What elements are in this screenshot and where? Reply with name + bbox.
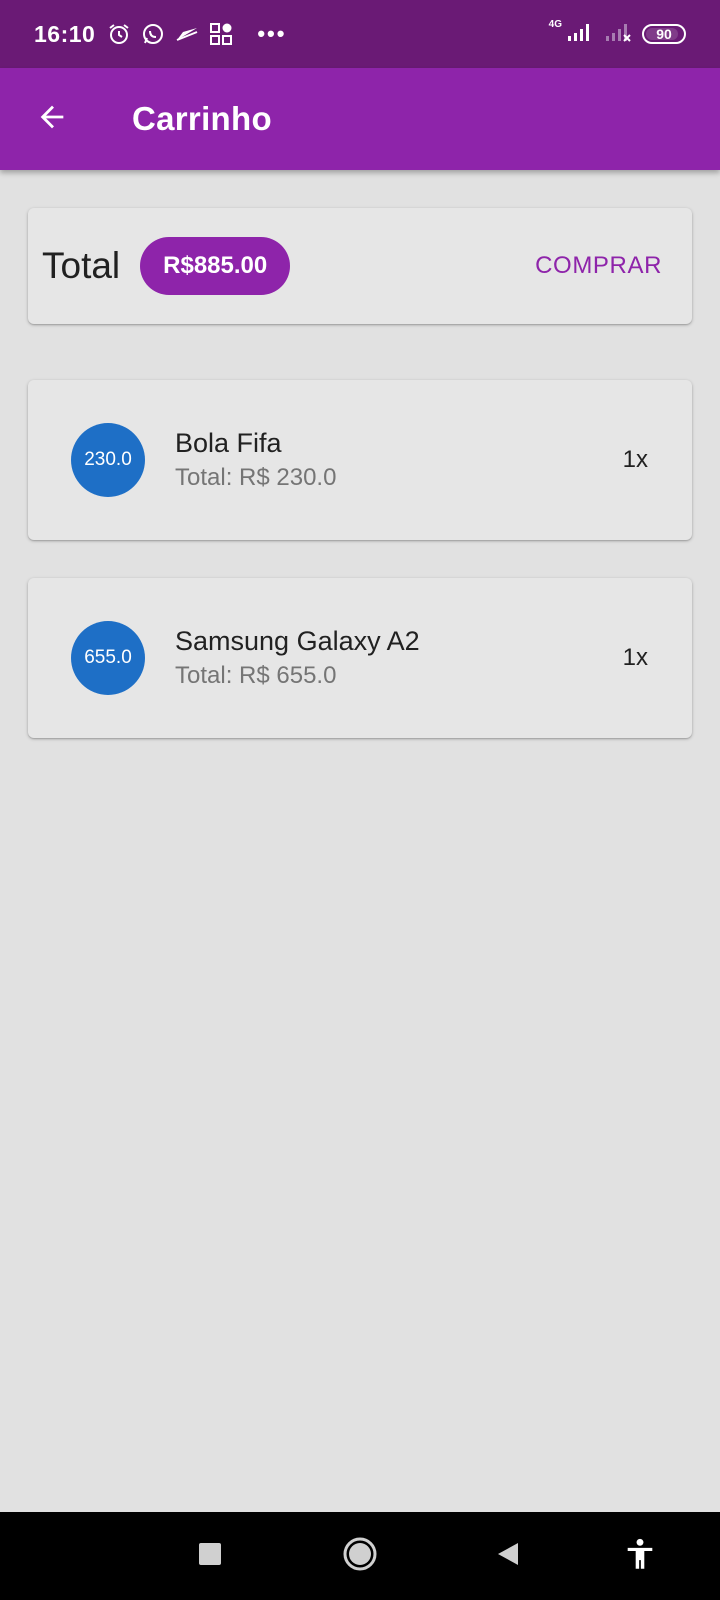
system-icons: 4G 90	[548, 18, 686, 48]
screen: 16:10 ••• 4G 90 Carrinho Total R$885.00 …	[0, 0, 720, 1600]
arrow-back-icon	[35, 100, 69, 139]
notification-icons: •••	[107, 21, 286, 47]
back-button[interactable]	[22, 89, 82, 149]
signal-icon	[566, 21, 594, 48]
back-triangle-icon	[495, 1541, 521, 1572]
navigation-bar	[0, 1512, 720, 1600]
status-time: 16:10	[34, 20, 96, 47]
whatsapp-icon	[141, 22, 165, 46]
cart-item[interactable]: 655.0 Samsung Galaxy A2 Total: R$ 655.0 …	[28, 578, 692, 738]
buy-button[interactable]: COMPRAR	[535, 242, 662, 290]
total-value-chip: R$885.00	[140, 237, 291, 295]
cart-item[interactable]: 230.0 Bola Fifa Total: R$ 230.0 1x	[28, 380, 692, 540]
item-text: Bola Fifa Total: R$ 230.0	[175, 425, 336, 495]
flag-icon	[175, 22, 199, 46]
accessibility-button[interactable]	[620, 1536, 660, 1576]
home-button[interactable]	[340, 1536, 380, 1576]
apps-grid-icon	[209, 22, 233, 46]
network-label: 4G	[548, 18, 562, 30]
battery-level: 90	[656, 26, 672, 42]
item-total: Total: R$ 230.0	[175, 464, 337, 491]
alarm-icon	[107, 22, 131, 46]
item-name: Samsung Galaxy A2	[175, 626, 420, 656]
nav-back-button[interactable]	[488, 1536, 528, 1576]
total-label: Total	[42, 245, 121, 286]
recents-button[interactable]	[190, 1536, 230, 1576]
accessibility-icon	[625, 1538, 655, 1575]
item-quantity: 1x	[622, 644, 648, 671]
price-avatar: 655.0	[71, 621, 145, 695]
home-circle-icon	[342, 1536, 378, 1577]
cart-summary-card: Total R$885.00 COMPRAR	[28, 208, 692, 324]
page-title: Carrinho	[132, 100, 272, 137]
item-quantity: 1x	[622, 446, 648, 473]
item-name: Bola Fifa	[175, 428, 282, 458]
more-dots-icon: •••	[257, 21, 287, 46]
item-text: Samsung Galaxy A2 Total: R$ 655.0	[175, 623, 420, 693]
price-avatar: 230.0	[71, 423, 145, 497]
app-bar: Carrinho	[0, 68, 720, 170]
recents-square-icon	[198, 1542, 222, 1571]
signal-off-icon	[604, 21, 632, 48]
item-total: Total: R$ 655.0	[175, 662, 337, 689]
battery-icon: 90	[642, 24, 686, 44]
status-bar: 16:10 ••• 4G 90	[0, 0, 720, 68]
